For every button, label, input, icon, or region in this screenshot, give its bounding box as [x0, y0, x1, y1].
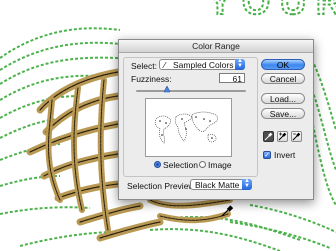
- selection-radio[interactable]: [154, 161, 161, 168]
- ok-button[interactable]: OK: [261, 59, 305, 70]
- image-radio[interactable]: [199, 161, 206, 168]
- title-bar[interactable]: Color Range: [119, 40, 313, 53]
- selection-preview-value: Black Matte: [195, 180, 240, 190]
- fuzziness-input[interactable]: 61: [219, 73, 245, 84]
- fuzziness-slider-thumb[interactable]: [164, 86, 170, 93]
- dialog-title: Color Range: [192, 41, 240, 51]
- selection-radio-label: Selection: [163, 160, 198, 170]
- fuzziness-slider[interactable]: [136, 90, 246, 92]
- eyedropper-small-icon: ⁄: [164, 60, 166, 70]
- color-range-dialog: Color Range Select: ⁄ Sampled Colors ▲ ▼ …: [118, 39, 314, 200]
- invert-label: Invert: [274, 150, 296, 160]
- load-button[interactable]: Load...: [261, 93, 305, 104]
- chevron-updown-icon: ▲ ▼: [242, 178, 252, 190]
- selection-preview-image: [145, 98, 232, 157]
- eyedropper-icon[interactable]: [263, 131, 274, 142]
- invert-checkbox[interactable]: ✓: [263, 151, 271, 159]
- world-map-preview: [154, 111, 218, 144]
- cancel-button[interactable]: Cancel: [261, 73, 305, 84]
- background-letters: YOUR: [208, 0, 336, 22]
- chevron-updown-icon: ▲ ▼: [235, 58, 245, 70]
- select-dropdown[interactable]: ⁄ Sampled Colors ▲ ▼: [159, 58, 245, 70]
- select-value: Sampled Colors: [173, 60, 234, 70]
- selection-preview-label: Selection Preview:: [127, 181, 197, 191]
- eyedropper-minus-icon[interactable]: [291, 131, 302, 142]
- selection-preview-dropdown[interactable]: Black Matte ▲ ▼: [190, 178, 252, 190]
- fuzziness-label: Fuzziness:: [131, 74, 172, 84]
- select-label: Select:: [131, 61, 157, 71]
- image-radio-label: Image: [208, 160, 232, 170]
- eyedropper-plus-icon[interactable]: [277, 131, 288, 142]
- save-button[interactable]: Save...: [261, 108, 305, 119]
